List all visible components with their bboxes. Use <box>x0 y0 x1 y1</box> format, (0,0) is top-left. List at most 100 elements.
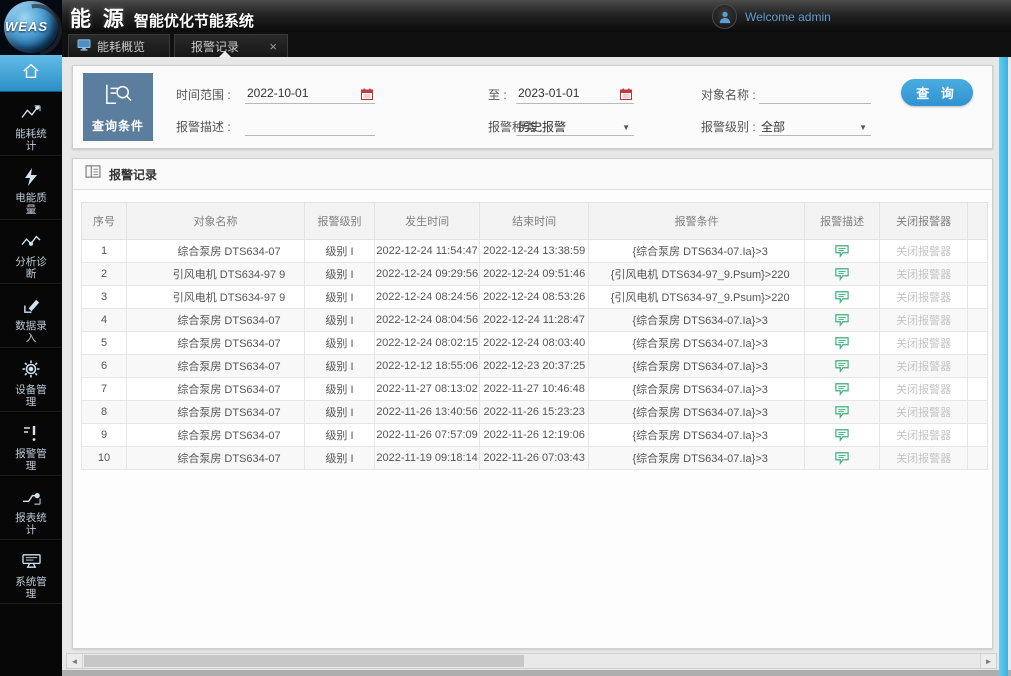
scroll-right-arrow-icon[interactable]: ► <box>980 654 996 668</box>
welcome-text: Welcome admin <box>745 9 831 24</box>
app-window: 能 源 智能优化节能系统 Welcome admin 能耗概览 报警记录 × W… <box>0 0 1011 676</box>
comment-bubble-icon[interactable] <box>834 290 850 304</box>
close-alarm-link[interactable]: 关闭报警器 <box>896 361 951 373</box>
calendar-icon[interactable] <box>620 88 632 103</box>
alarm-level-cell: 级别 I <box>304 285 375 309</box>
alarm-records-panel: 报警记录 序号 对象名称 报警级别 发生时间 结束时间 报警条件 报警描述 关闭报警器 1 综合… <box>72 158 993 649</box>
alarm-level-label: 报警级别 : <box>701 120 756 134</box>
line-chart-icon <box>20 101 42 125</box>
close-alarm-link[interactable]: 关闭报警器 <box>896 315 951 327</box>
calendar-icon[interactable] <box>361 88 373 103</box>
alarm-type-select[interactable]: 历史报警 ▼ <box>516 118 634 136</box>
spacer-cell <box>967 331 989 355</box>
report-icon <box>21 485 42 509</box>
sidebar-item-5[interactable]: 设备管理 <box>0 348 62 412</box>
end-time-cell: 2022-12-24 11:28:47 <box>479 308 590 332</box>
sidebar-item-label: 分析诊断 <box>15 256 47 280</box>
alarm-condition-cell: {综合泵房 DTS634-07.Ia}>3 <box>588 308 806 332</box>
scroll-left-arrow-icon[interactable]: ◄ <box>67 654 83 668</box>
close-alarm-link[interactable]: 关闭报警器 <box>896 453 951 465</box>
column-header: 对象名称 <box>126 202 305 240</box>
alarm-description-cell <box>804 354 881 378</box>
start-time-cell: 2022-12-12 18:55:06 <box>373 354 481 378</box>
table-row: 4 综合泵房 DTS634-07 级别 I 2022-12-24 08:04:56 20… <box>81 308 989 332</box>
comment-bubble-icon[interactable] <box>834 267 850 281</box>
row-number: 8 <box>81 400 127 424</box>
table-row: 3 引风电机 DTS634-97 9 级别 I 2022-12-24 08:24:56… <box>81 285 989 309</box>
alarm-condition-cell: {综合泵房 DTS634-07.Ia}>3 <box>588 377 806 401</box>
sidebar-item-7[interactable]: 报表统计 <box>0 476 62 540</box>
end-time-cell: 2022-11-26 12:19:06 <box>479 423 590 447</box>
logo-text: WEAS <box>5 19 48 34</box>
scrollbar-thumb[interactable] <box>84 655 524 667</box>
comment-bubble-icon[interactable] <box>834 428 850 442</box>
start-time-cell: 2022-12-24 08:04:56 <box>373 308 481 332</box>
query-conditions-panel: 查询条件 时间范围 : 2022-10-01 至 : 2023-01-01 对象… <box>72 65 993 149</box>
close-alarm-link[interactable]: 关闭报警器 <box>896 292 951 304</box>
comment-bubble-icon[interactable] <box>834 405 850 419</box>
sidebar-item-6[interactable]: 报警管理 <box>0 412 62 476</box>
column-header: 结束时间 <box>479 202 590 240</box>
home-icon <box>21 62 41 85</box>
comment-bubble-icon[interactable] <box>834 359 850 373</box>
sidebar-item-2[interactable]: 电能质量 <box>0 156 62 220</box>
sidebar-item-label: 系统管理 <box>15 576 47 600</box>
alarm-condition-cell: {引风电机 DTS634-97_9.Psum}>220 <box>588 262 806 286</box>
close-tab-icon[interactable]: × <box>269 40 277 53</box>
app-title: 能 源 智能优化节能系统 <box>70 3 254 33</box>
comment-bubble-icon[interactable] <box>834 313 850 327</box>
object-name-input[interactable] <box>759 86 871 104</box>
tab-energy-overview[interactable]: 能耗概览 <box>68 34 170 57</box>
row-number: 7 <box>81 377 127 401</box>
sidebar-item-4[interactable]: 数据录入 <box>0 284 62 348</box>
weas-logo: WEAS <box>0 0 62 55</box>
comment-bubble-icon[interactable] <box>834 451 850 465</box>
date-from-input[interactable]: 2022-10-01 <box>245 86 375 104</box>
alarm-description-cell <box>804 377 881 401</box>
date-to-input[interactable]: 2023-01-01 <box>516 86 634 104</box>
alarm-level-cell: 级别 I <box>304 400 375 424</box>
table-row: 2 引风电机 DTS634-97 9 级别 I 2022-12-24 09:29:56… <box>81 262 989 286</box>
search-list-icon <box>103 81 133 112</box>
close-alarm-cell: 关闭报警器 <box>879 285 969 309</box>
table-row: 1 综合泵房 DTS634-07 级别 I 2022-12-24 11:54:47 20… <box>81 239 989 263</box>
comment-bubble-icon[interactable] <box>834 382 850 396</box>
alarm-desc-input[interactable] <box>245 118 375 136</box>
alarm-description-cell <box>804 308 881 332</box>
search-button[interactable]: 查 询 <box>901 79 973 106</box>
comment-bubble-icon[interactable] <box>834 244 850 258</box>
object-name-cell: 综合泵房 DTS634-07 <box>126 423 305 447</box>
alarm-condition-cell: {引风电机 DTS634-97_9.Psum}>220 <box>588 285 806 309</box>
alarm-condition-cell: {综合泵房 DTS634-07.Ia}>3 <box>588 354 806 378</box>
row-number: 9 <box>81 423 127 447</box>
tab-alarm-records[interactable]: 报警记录 × <box>174 34 288 57</box>
pencil-icon <box>22 293 41 317</box>
sidebar-item-label: 电能质量 <box>15 192 47 216</box>
start-time-cell: 2022-11-26 07:57:09 <box>373 423 481 447</box>
close-alarm-link[interactable]: 关闭报警器 <box>896 407 951 419</box>
close-alarm-link[interactable]: 关闭报警器 <box>896 384 951 396</box>
close-alarm-link[interactable]: 关闭报警器 <box>896 246 951 258</box>
alarm-table: 序号 对象名称 报警级别 发生时间 结束时间 报警条件 报警描述 关闭报警器 1 综合泵房 DT… <box>81 202 989 470</box>
comment-bubble-icon[interactable] <box>834 336 850 350</box>
alarm-level-cell: 级别 I <box>304 308 375 332</box>
sidebar-item-3[interactable]: 分析诊断 <box>0 220 62 284</box>
alarm-description-cell <box>804 423 881 447</box>
horizontal-scrollbar[interactable]: ◄ ► <box>66 653 997 669</box>
close-alarm-link[interactable]: 关闭报警器 <box>896 269 951 281</box>
vertical-scrollbar[interactable] <box>999 57 1008 676</box>
active-tab-pointer <box>219 51 231 57</box>
alarm-description-cell <box>804 239 881 263</box>
sidebar-item-1[interactable]: 能耗统计 <box>0 92 62 156</box>
table-row: 5 综合泵房 DTS634-07 级别 I 2022-12-24 08:02:15 20… <box>81 331 989 355</box>
close-alarm-link[interactable]: 关闭报警器 <box>896 430 951 442</box>
object-name-cell: 综合泵房 DTS634-07 <box>126 331 305 355</box>
object-name-cell: 引风电机 DTS634-97 9 <box>126 285 305 309</box>
sidebar-item-home[interactable] <box>0 55 62 92</box>
object-name-cell: 综合泵房 DTS634-07 <box>126 446 305 470</box>
close-alarm-cell: 关闭报警器 <box>879 400 969 424</box>
alarm-level-select[interactable]: 全部 ▼ <box>759 118 871 136</box>
close-alarm-link[interactable]: 关闭报警器 <box>896 338 951 350</box>
sidebar-item-label: 能耗统计 <box>15 128 47 152</box>
sidebar-item-8[interactable]: 系统管理 <box>0 540 62 604</box>
